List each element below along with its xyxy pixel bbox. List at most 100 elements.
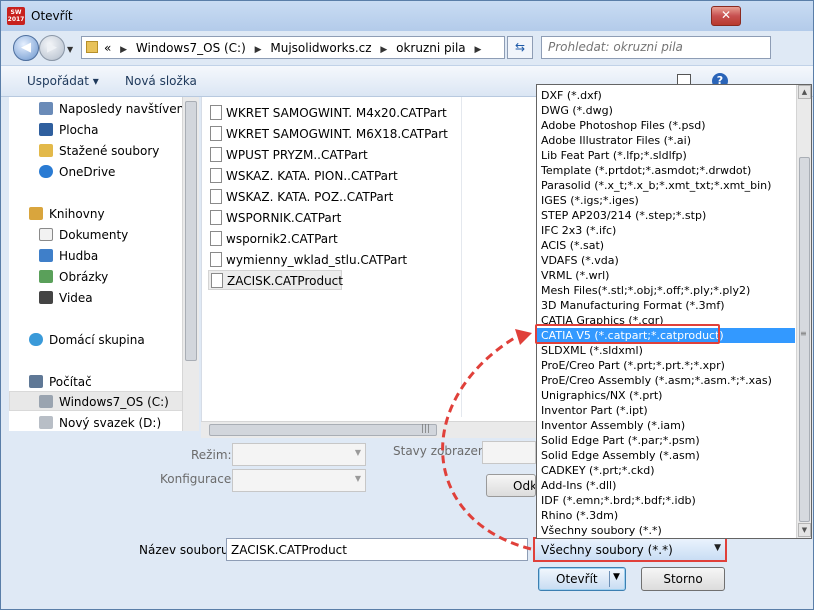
dropdown-option[interactable]: Lib Feat Part (*.lfp;*.sldlfp) <box>540 148 795 163</box>
recent-places-icon <box>39 102 53 115</box>
dropdown-option[interactable]: Template (*.prtdot;*.asmdot;*.drwdot) <box>540 163 795 178</box>
recent-locations-dropdown[interactable]: ▼ <box>67 45 73 54</box>
filename-input[interactable] <box>226 538 528 561</box>
sidebar-item-computer[interactable]: Počítač <box>9 372 191 392</box>
search-box[interactable] <box>541 36 771 59</box>
breadcrumb-drive[interactable]: Windows7_OS (C:) <box>136 41 246 55</box>
dropdown-option[interactable]: VRML (*.wrl) <box>540 268 795 283</box>
sidebar-item-libraries[interactable]: Knihovny <box>9 204 191 224</box>
dropdown-option[interactable]: CADKEY (*.prt;*.ckd) <box>540 463 795 478</box>
dropdown-option[interactable]: Parasolid (*.x_t;*.x_b;*.xmt_txt;*.xmt_b… <box>540 178 795 193</box>
dropdown-option[interactable]: Solid Edge Assembly (*.asm) <box>540 448 795 463</box>
dropdown-option[interactable]: Adobe Illustrator Files (*.ai) <box>540 133 795 148</box>
filetype-select[interactable]: Všechny soubory (*.*) ▼ <box>533 537 727 562</box>
dropdown-option[interactable]: IFC 2x3 (*.ifc) <box>540 223 795 238</box>
dropdown-option[interactable]: DWG (*.dwg) <box>540 103 795 118</box>
dropdown-option[interactable]: ProE/Creo Part (*.prt;*.prt.*;*.xpr) <box>540 358 795 373</box>
sidebar-item-recent[interactable]: Naposledy navštívené <box>9 99 192 119</box>
dropdown-option[interactable]: Inventor Assembly (*.iam) <box>540 418 795 433</box>
dropdown-option[interactable]: IDF (*.emn;*.brd;*.bdf;*.idb) <box>540 493 795 508</box>
dropdown-option[interactable]: ProE/Creo Assembly (*.asm;*.asm.*;*.xas) <box>540 373 795 388</box>
scrollbar-thumb[interactable] <box>185 101 197 361</box>
scrollbar-thumb[interactable] <box>209 424 437 436</box>
scrollbar-thumb[interactable] <box>799 157 810 522</box>
address-bar[interactable]: « ▶ Windows7_OS (C:) ▶ Mujsolidworks.cz … <box>81 36 574 59</box>
dropdown-option[interactable]: Adobe Photoshop Files (*.psd) <box>540 118 795 133</box>
dropdown-option[interactable]: Mesh Files(*.stl;*.obj;*.off;*.ply;*.ply… <box>540 283 795 298</box>
dropdown-option[interactable]: VDAFS (*.vda) <box>540 253 795 268</box>
chevron-down-icon[interactable]: ▼ <box>613 572 620 582</box>
sidebar-item-homegroup[interactable]: Domácí skupina <box>9 330 191 350</box>
dropdown-scrollbar[interactable]: ▲ ≡ ▼ <box>796 85 811 538</box>
dropdown-option[interactable]: STEP AP203/214 (*.step;*.stp) <box>540 208 795 223</box>
breadcrumb-separator-icon[interactable]: ▶ <box>120 45 127 55</box>
sidebar-item-label: Počítač <box>49 375 92 389</box>
breadcrumb-separator-icon[interactable]: ▶ <box>475 45 482 55</box>
file-icon <box>210 252 222 267</box>
scroll-down-icon[interactable]: ▼ <box>798 523 811 537</box>
organize-button[interactable]: Uspořádat ▾ <box>27 74 99 88</box>
breadcrumb-folder[interactable]: Mujsolidworks.cz <box>270 41 371 55</box>
file-icon <box>210 231 222 246</box>
search-input[interactable] <box>542 37 742 57</box>
file-list-horizontal-scrollbar[interactable]: ||| <box>201 421 537 438</box>
sidebar-item-drive-c[interactable]: Windows7_OS (C:) <box>9 391 191 411</box>
sidebar-item-music[interactable]: Hudba <box>9 246 191 266</box>
breadcrumb-overflow[interactable]: « <box>104 41 111 55</box>
file-name: WSKAZ. KATA. PION..CATPart <box>226 169 398 183</box>
sidebar-item-label: Windows7_OS (C:) <box>59 395 169 409</box>
drive-icon <box>39 395 53 408</box>
sidebar-item-desktop[interactable]: Plocha <box>9 120 191 140</box>
sidebar-item-label: OneDrive <box>59 165 116 179</box>
sidebar-item-drive-d[interactable]: Nový svazek (D:) <box>9 413 191 431</box>
sidebar-item-downloads[interactable]: Stažené soubory <box>9 141 191 161</box>
dropdown-option[interactable]: Inventor Part (*.ipt) <box>540 403 795 418</box>
file-icon <box>210 147 222 162</box>
references-button[interactable]: Odkazy... <box>486 474 536 497</box>
libraries-icon <box>29 207 43 220</box>
cancel-button[interactable]: Storno <box>641 567 725 591</box>
file-icon <box>210 168 222 183</box>
new-folder-button[interactable]: Nová složka <box>125 74 197 88</box>
close-button[interactable]: ✕ <box>711 6 741 26</box>
dropdown-option[interactable]: Rhino (*.3dm) <box>540 508 795 523</box>
scrollbar-grip-icon: ||| <box>421 424 431 434</box>
sidebar-item-label: Hudba <box>59 249 99 263</box>
forward-button[interactable]: ▶ <box>39 35 65 61</box>
dropdown-option[interactable]: SLDXML (*.sldxml) <box>540 343 795 358</box>
column-divider <box>461 97 462 417</box>
refresh-button[interactable]: ⇆ <box>507 36 533 59</box>
sidebar-item-onedrive[interactable]: OneDrive <box>9 162 191 182</box>
breadcrumb-separator-icon[interactable]: ▶ <box>380 45 387 55</box>
scroll-up-icon[interactable]: ▲ <box>798 85 811 99</box>
config-label: Konfigurace: <box>160 472 236 486</box>
breadcrumb-separator-icon[interactable]: ▶ <box>255 45 262 55</box>
references-button-label: Odkazy... <box>513 479 535 493</box>
sidebar-item-documents[interactable]: Dokumenty <box>9 225 191 245</box>
desktop-icon <box>39 123 53 136</box>
dropdown-option[interactable]: Add-Ins (*.dll) <box>540 478 795 493</box>
music-icon <box>39 249 53 262</box>
list-item-selected[interactable]: ZACISK.CATProduct <box>208 270 343 290</box>
file-list: WKRET SAMOGWINT. M4x20.CATPart WKRET SAM… <box>201 97 537 433</box>
sidebar-item-pictures[interactable]: Obrázky <box>9 267 191 287</box>
dropdown-option[interactable]: IGES (*.igs;*.iges) <box>540 193 795 208</box>
filetype-dropdown-list: DXF (*.dxf) DWG (*.dwg) Adobe Photoshop Fi… <box>536 84 812 539</box>
open-button[interactable]: Otevřít ▼ <box>538 567 626 591</box>
breadcrumb-current-folder[interactable]: okruzni pila <box>396 41 466 55</box>
mode-select: ▼ <box>232 443 366 466</box>
file-icon <box>211 273 223 288</box>
dropdown-option[interactable]: Unigraphics/NX (*.prt) <box>540 388 795 403</box>
file-name: WKRET SAMOGWINT. M4x20.CATPart <box>226 106 447 120</box>
file-name: ZACISK.CATProduct <box>227 274 343 288</box>
back-button[interactable]: ◀ <box>13 35 39 61</box>
dropdown-option[interactable]: ACIS (*.sat) <box>540 238 795 253</box>
dropdown-option[interactable]: 3D Manufacturing Format (*.3mf) <box>540 298 795 313</box>
computer-icon <box>29 375 43 388</box>
sidebar-item-videos[interactable]: Videa <box>9 288 191 308</box>
dropdown-option[interactable]: DXF (*.dxf) <box>540 88 795 103</box>
display-states-label: Stavy zobrazení: <box>393 444 493 458</box>
dropdown-option[interactable]: Solid Edge Part (*.par;*.psm) <box>540 433 795 448</box>
dropdown-option[interactable]: Všechny soubory (*.*) <box>540 523 795 538</box>
navigation-pane-scrollbar[interactable] <box>182 97 199 431</box>
